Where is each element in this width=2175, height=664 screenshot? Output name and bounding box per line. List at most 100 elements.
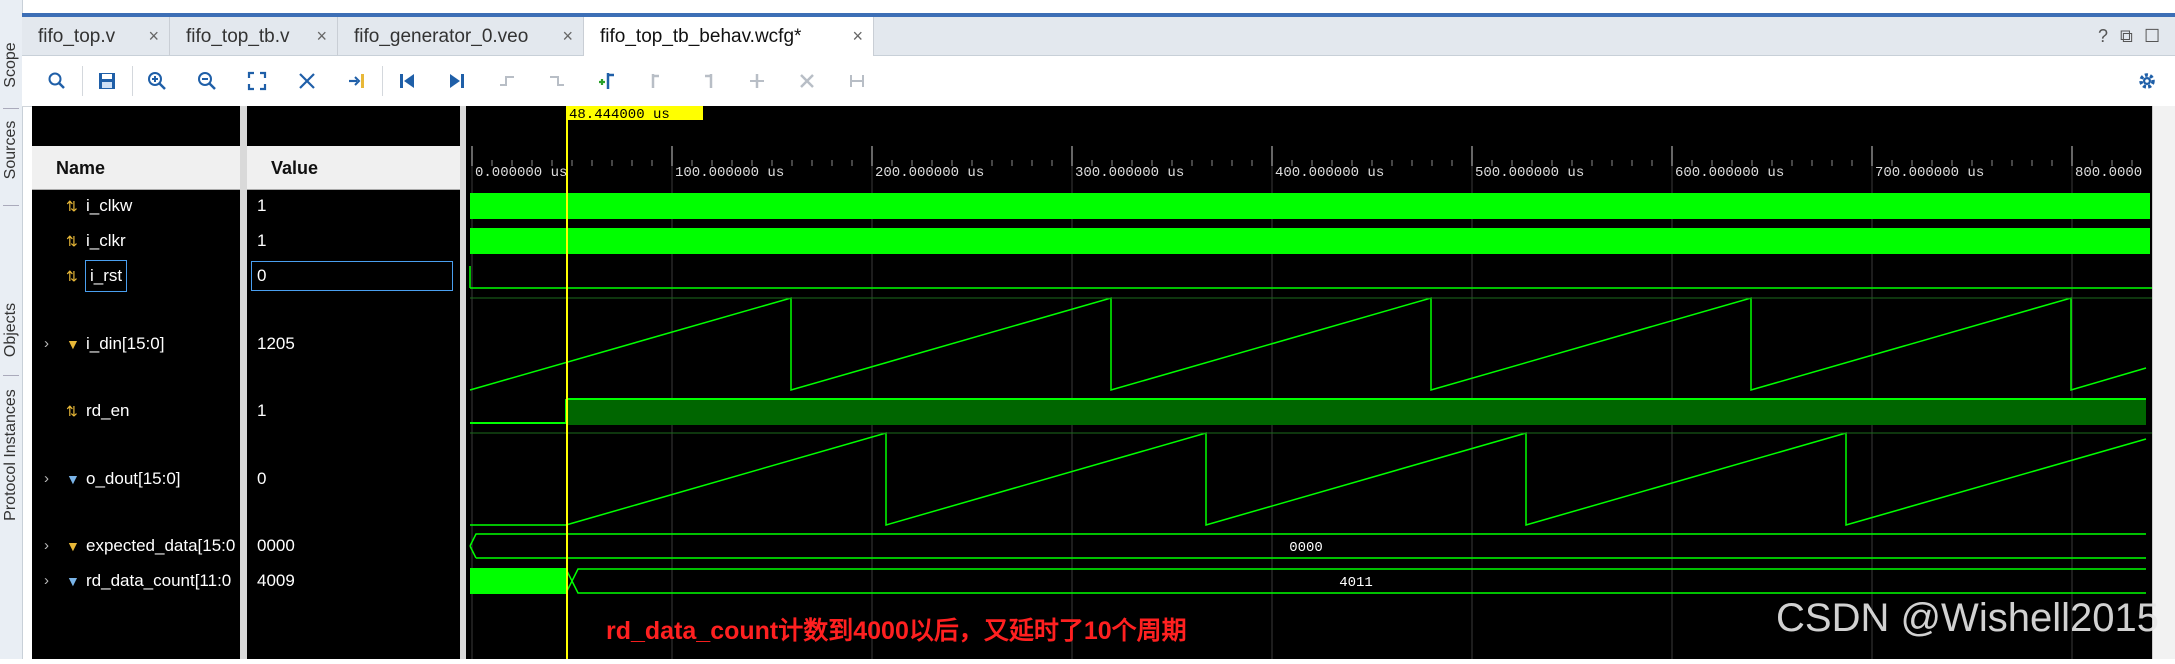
previous-marker-icon[interactable]	[642, 66, 672, 96]
signal-row-i-clkw[interactable]: ⇅ i_clkw	[32, 191, 240, 221]
time-tick-label: 400.000000 us	[1275, 165, 1384, 181]
tab-fifo-top-v[interactable]: fifo_top.v ×	[22, 17, 170, 56]
value-column-header[interactable]: Value	[247, 146, 460, 190]
tab-label: fifo_top.v	[38, 26, 116, 47]
signal-name: i_clkw	[86, 196, 133, 215]
previous-transition-icon[interactable]	[492, 66, 522, 96]
expand-chevron-icon[interactable]: ›	[44, 464, 49, 494]
column-splitter[interactable]	[240, 106, 247, 659]
dout-waveform	[565, 432, 2147, 526]
tab-label: fifo_top_tb.v	[186, 26, 290, 47]
waveform-viewer[interactable]: 0.000000 us 100.000000 us 200.000000 us 300…	[466, 106, 2152, 659]
signal-value-i-clkr[interactable]: 1	[257, 226, 266, 256]
name-column-header[interactable]: Name	[32, 146, 240, 190]
expand-chevron-icon[interactable]: ›	[44, 566, 49, 596]
signal-name: o_dout[15:0]	[86, 469, 181, 488]
close-icon[interactable]: ×	[852, 17, 863, 56]
bit-signal-icon: ⇅	[66, 198, 78, 214]
maximize-icon[interactable]: ☐	[2144, 26, 2160, 47]
waveform-toolbar	[22, 56, 2175, 107]
go-to-last-time-icon[interactable]	[442, 66, 472, 96]
signal-name: rd_data_count[11:0	[86, 571, 232, 590]
help-icon[interactable]: ?	[2098, 26, 2108, 47]
signal-row-o-dout[interactable]: › ▼ o_dout[15:0]	[32, 464, 240, 494]
vertical-scrollbar[interactable]	[2152, 106, 2175, 659]
signal-name: rd_en	[86, 401, 130, 420]
time-tick-label: 300.000000 us	[1075, 165, 1184, 181]
signal-row-i-din[interactable]: › ▼ i_din[15:0]	[32, 329, 240, 359]
signal-row-i-rst[interactable]: ⇅ i_rst	[32, 260, 240, 292]
annotation-text: rd_data_count计数到4000以后，又延时了10个周期	[606, 617, 1187, 645]
cursor-time-label: 48.444000 us	[569, 107, 670, 123]
bus-signal-icon: ▼	[66, 336, 80, 352]
search-icon[interactable]	[42, 66, 72, 96]
signal-name: i_din[15:0]	[86, 334, 165, 353]
bus-signal-icon: ▼	[66, 538, 80, 554]
watermark: CSDN @Wishell2015	[1776, 596, 2159, 640]
time-tick-label: 500.000000 us	[1475, 165, 1584, 181]
restore-icon[interactable]: ⧉	[2120, 26, 2133, 47]
go-to-cursor-icon[interactable]	[342, 66, 372, 96]
clock-waveform	[470, 228, 2150, 254]
clock-waveform	[470, 193, 2150, 219]
bit-signal-icon: ⇅	[66, 233, 78, 249]
expected-data-bus-label: 0000	[1289, 540, 1323, 556]
time-tick-label: 100.000000 us	[675, 165, 784, 181]
tab-label: fifo_top_tb_behav.wcfg*	[600, 26, 802, 47]
close-icon[interactable]: ×	[148, 17, 159, 56]
time-tick-label: 200.000000 us	[875, 165, 984, 181]
snap-icon[interactable]	[842, 66, 872, 96]
delete-markers-icon[interactable]	[792, 66, 822, 96]
editor-tab-bar: fifo_top.v × fifo_top_tb.v × fifo_genera…	[22, 13, 2175, 56]
tab-label: fifo_generator_0.veo	[354, 26, 529, 47]
cursor-to-zero-icon[interactable]	[292, 66, 322, 96]
bus-signal-icon: ▼	[66, 471, 80, 487]
side-tab-scope[interactable]: Scope	[0, 30, 22, 100]
signal-value-o-dout[interactable]: 0	[257, 464, 266, 494]
go-to-time-zero-icon[interactable]	[392, 66, 422, 96]
signal-value-i-din[interactable]: 1205	[257, 329, 295, 359]
signal-row-rd-data-count[interactable]: › ▼ rd_data_count[11:0	[32, 566, 240, 596]
tab-fifo-generator-veo[interactable]: fifo_generator_0.veo ×	[338, 17, 584, 56]
add-marker-icon[interactable]	[592, 66, 622, 96]
side-tab-sources[interactable]: Sources	[0, 110, 22, 190]
zoom-out-icon[interactable]	[192, 66, 222, 96]
signal-value-expected-data[interactable]: 0000	[257, 531, 295, 561]
signal-value-rd-data-count[interactable]: 4009	[257, 566, 295, 596]
side-tab-protocol-instances[interactable]: Protocol Instances	[0, 380, 22, 530]
side-panel-tabs: Scope Sources Objects Protocol Instances	[0, 0, 23, 659]
zoom-in-icon[interactable]	[142, 66, 172, 96]
signal-value-rd-en[interactable]: 1	[257, 396, 266, 426]
signal-name: expected_data[15:0	[86, 536, 236, 555]
time-tick-label: 800.0000	[2075, 165, 2142, 181]
signal-value-i-clkw[interactable]: 1	[257, 191, 266, 221]
expand-chevron-icon[interactable]: ›	[44, 531, 49, 561]
din-waveform	[469, 297, 2147, 392]
swap-cursors-icon[interactable]	[742, 66, 772, 96]
time-tick-label: 600.000000 us	[1675, 165, 1784, 181]
expand-chevron-icon[interactable]: ›	[44, 329, 49, 359]
signal-row-i-clkr[interactable]: ⇅ i_clkr	[32, 226, 240, 256]
rd-data-count-dense	[470, 568, 566, 594]
tab-fifo-top-tb-v[interactable]: fifo_top_tb.v ×	[170, 17, 338, 56]
tab-fifo-top-tb-behav-wcfg[interactable]: fifo_top_tb_behav.wcfg* ×	[584, 17, 874, 56]
next-transition-icon[interactable]	[542, 66, 572, 96]
close-icon[interactable]: ×	[562, 17, 573, 56]
value-edit-box[interactable]	[251, 261, 453, 291]
save-icon[interactable]	[92, 66, 122, 96]
signal-name: i_clkr	[86, 231, 126, 250]
time-tick-label: 0.000000 us	[475, 165, 567, 181]
waveform-canvas[interactable]: 0.000000 us 100.000000 us 200.000000 us 300…	[466, 106, 2152, 659]
signal-row-expected-data[interactable]: › ▼ expected_data[15:0	[32, 531, 240, 561]
bit-signal-icon: ⇅	[66, 268, 78, 284]
signal-name: i_rst	[84, 260, 128, 292]
signal-name-column: Name ⇅ i_clkw ⇅ i_clkr ⇅ i_rst › ▼ i_din[15:0] ⇅ r…	[32, 106, 240, 659]
bit-signal-icon: ⇅	[66, 403, 78, 419]
close-icon[interactable]: ×	[316, 17, 327, 56]
time-tick-label: 700.000000 us	[1875, 165, 1984, 181]
next-marker-icon[interactable]	[692, 66, 722, 96]
side-tab-objects[interactable]: Objects	[0, 290, 22, 370]
zoom-fit-icon[interactable]	[242, 66, 272, 96]
signal-row-rd-en[interactable]: ⇅ rd_en	[32, 396, 240, 426]
settings-icon[interactable]	[2132, 66, 2162, 96]
